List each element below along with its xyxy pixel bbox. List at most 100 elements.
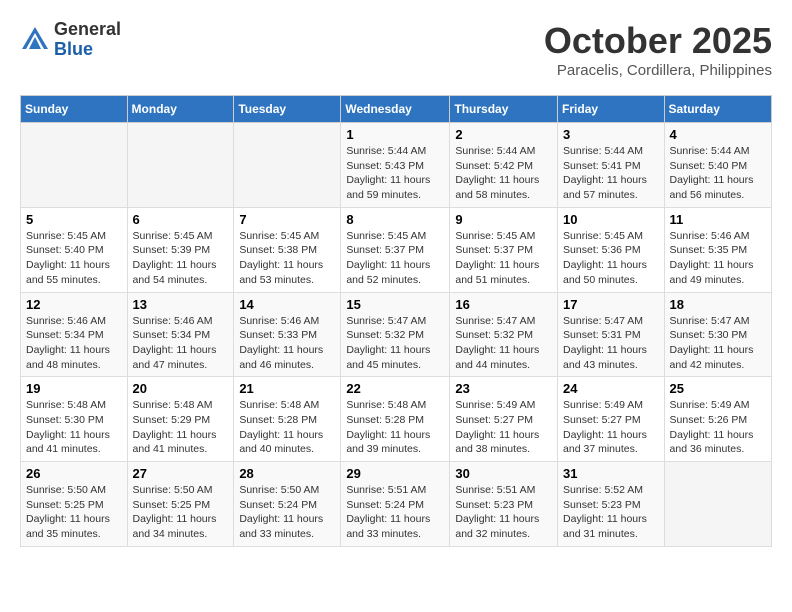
day-number: 20 [133, 381, 229, 396]
calendar-cell: 23Sunrise: 5:49 AM Sunset: 5:27 PM Dayli… [450, 377, 558, 462]
day-number: 8 [346, 212, 444, 227]
day-number: 24 [563, 381, 659, 396]
calendar-cell: 9 Sunrise: 5:45 AM Sunset: 5:37 PM Daylig… [450, 207, 558, 292]
week-row-4: 26 Sunrise: 5:50 AM Sunset: 5:25 PM Dayli… [21, 462, 772, 547]
day-number: 14 [239, 297, 335, 312]
header-cell-friday: Friday [558, 96, 665, 123]
calendar-cell: 1Sunrise: 5:44 AM Sunset: 5:43 PM Daylig… [341, 123, 450, 208]
day-info: Sunrise: 5:44 AM Sunset: 5:41 PM Dayligh… [563, 144, 659, 203]
calendar-cell [664, 462, 771, 547]
day-info: Sunrise: 5:44 AM Sunset: 5:40 PM Dayligh… [670, 144, 766, 203]
header-cell-saturday: Saturday [664, 96, 771, 123]
day-info: Sunrise: 5:48 AM Sunset: 5:30 PM Dayligh… [26, 398, 122, 457]
day-info: Sunrise: 5:48 AM Sunset: 5:28 PM Dayligh… [346, 398, 444, 457]
location: Paracelis, Cordillera, Philippines [544, 62, 772, 79]
day-number: 19 [26, 381, 122, 396]
calendar-cell: 11 Sunrise: 5:46 AM Sunset: 5:35 PM Dayli… [664, 207, 771, 292]
day-number: 16 [455, 297, 552, 312]
day-info: Sunrise: 5:47 AM Sunset: 5:30 PM Dayligh… [670, 314, 766, 373]
day-info: Sunrise: 5:45 AM Sunset: 5:38 PM Dayligh… [239, 229, 335, 288]
day-number: 2 [455, 127, 552, 142]
day-number: 15 [346, 297, 444, 312]
day-number: 17 [563, 297, 659, 312]
day-info: Sunrise: 5:45 AM Sunset: 5:37 PM Dayligh… [455, 229, 552, 288]
calendar-cell: 25Sunrise: 5:49 AM Sunset: 5:26 PM Dayli… [664, 377, 771, 462]
logo-blue-text: Blue [54, 40, 121, 60]
day-info: Sunrise: 5:45 AM Sunset: 5:37 PM Dayligh… [346, 229, 444, 288]
day-number: 9 [455, 212, 552, 227]
day-number: 3 [563, 127, 659, 142]
calendar-cell: 30Sunrise: 5:51 AM Sunset: 5:23 PM Dayli… [450, 462, 558, 547]
day-number: 10 [563, 212, 659, 227]
day-info: Sunrise: 5:44 AM Sunset: 5:42 PM Dayligh… [455, 144, 552, 203]
day-number: 21 [239, 381, 335, 396]
calendar-cell: 12 Sunrise: 5:46 AM Sunset: 5:34 PM Dayli… [21, 292, 128, 377]
header-cell-thursday: Thursday [450, 96, 558, 123]
calendar-cell: 16Sunrise: 5:47 AM Sunset: 5:32 PM Dayli… [450, 292, 558, 377]
calendar-cell: 13 Sunrise: 5:46 AM Sunset: 5:34 PM Dayli… [127, 292, 234, 377]
calendar-cell: 28 Sunrise: 5:50 AM Sunset: 5:24 PM Dayli… [234, 462, 341, 547]
day-number: 11 [670, 212, 766, 227]
day-info: Sunrise: 5:51 AM Sunset: 5:23 PM Dayligh… [455, 483, 552, 542]
day-number: 5 [26, 212, 122, 227]
calendar-cell: 4 Sunrise: 5:44 AM Sunset: 5:40 PM Daylig… [664, 123, 771, 208]
day-number: 27 [133, 466, 229, 481]
calendar-cell: 15 Sunrise: 5:47 AM Sunset: 5:32 PM Dayli… [341, 292, 450, 377]
day-info: Sunrise: 5:48 AM Sunset: 5:29 PM Dayligh… [133, 398, 229, 457]
logo-general-text: General [54, 20, 121, 40]
calendar-cell [127, 123, 234, 208]
calendar-cell: 2 Sunrise: 5:44 AM Sunset: 5:42 PM Daylig… [450, 123, 558, 208]
day-number: 22 [346, 381, 444, 396]
calendar-cell: 10Sunrise: 5:45 AM Sunset: 5:36 PM Dayli… [558, 207, 665, 292]
week-row-3: 19 Sunrise: 5:48 AM Sunset: 5:30 PM Dayli… [21, 377, 772, 462]
day-number: 31 [563, 466, 659, 481]
day-number: 25 [670, 381, 766, 396]
day-info: Sunrise: 5:46 AM Sunset: 5:34 PM Dayligh… [26, 314, 122, 373]
day-number: 29 [346, 466, 444, 481]
header-row: SundayMondayTuesdayWednesdayThursdayFrid… [21, 96, 772, 123]
calendar-cell: 3 Sunrise: 5:44 AM Sunset: 5:41 PM Daylig… [558, 123, 665, 208]
calendar-cell: 7 Sunrise: 5:45 AM Sunset: 5:38 PM Daylig… [234, 207, 341, 292]
header-cell-tuesday: Tuesday [234, 96, 341, 123]
calendar-cell: 8 Sunrise: 5:45 AM Sunset: 5:37 PM Daylig… [341, 207, 450, 292]
day-number: 28 [239, 466, 335, 481]
day-info: Sunrise: 5:50 AM Sunset: 5:24 PM Dayligh… [239, 483, 335, 542]
calendar-cell: 20 Sunrise: 5:48 AM Sunset: 5:29 PM Dayli… [127, 377, 234, 462]
day-number: 13 [133, 297, 229, 312]
logo-icon [20, 25, 50, 55]
week-row-2: 12 Sunrise: 5:46 AM Sunset: 5:34 PM Dayli… [21, 292, 772, 377]
header-cell-sunday: Sunday [21, 96, 128, 123]
day-info: Sunrise: 5:48 AM Sunset: 5:28 PM Dayligh… [239, 398, 335, 457]
day-number: 18 [670, 297, 766, 312]
day-number: 7 [239, 212, 335, 227]
calendar-cell: 18 Sunrise: 5:47 AM Sunset: 5:30 PM Dayli… [664, 292, 771, 377]
day-info: Sunrise: 5:47 AM Sunset: 5:32 PM Dayligh… [346, 314, 444, 373]
day-number: 4 [670, 127, 766, 142]
calendar-cell: 19 Sunrise: 5:48 AM Sunset: 5:30 PM Dayli… [21, 377, 128, 462]
calendar-cell: 27 Sunrise: 5:50 AM Sunset: 5:25 PM Dayli… [127, 462, 234, 547]
day-info: Sunrise: 5:50 AM Sunset: 5:25 PM Dayligh… [26, 483, 122, 542]
calendar-cell [21, 123, 128, 208]
day-info: Sunrise: 5:46 AM Sunset: 5:34 PM Dayligh… [133, 314, 229, 373]
calendar-cell: 29Sunrise: 5:51 AM Sunset: 5:24 PM Dayli… [341, 462, 450, 547]
calendar-cell: 22 Sunrise: 5:48 AM Sunset: 5:28 PM Dayli… [341, 377, 450, 462]
calendar-cell: 24Sunrise: 5:49 AM Sunset: 5:27 PM Dayli… [558, 377, 665, 462]
calendar-cell: 26 Sunrise: 5:50 AM Sunset: 5:25 PM Dayli… [21, 462, 128, 547]
day-info: Sunrise: 5:45 AM Sunset: 5:39 PM Dayligh… [133, 229, 229, 288]
day-info: Sunrise: 5:46 AM Sunset: 5:35 PM Dayligh… [670, 229, 766, 288]
day-number: 26 [26, 466, 122, 481]
day-info: Sunrise: 5:52 AM Sunset: 5:23 PM Dayligh… [563, 483, 659, 542]
calendar-cell [234, 123, 341, 208]
header-cell-monday: Monday [127, 96, 234, 123]
day-info: Sunrise: 5:46 AM Sunset: 5:33 PM Dayligh… [239, 314, 335, 373]
day-info: Sunrise: 5:50 AM Sunset: 5:25 PM Dayligh… [133, 483, 229, 542]
header-cell-wednesday: Wednesday [341, 96, 450, 123]
day-info: Sunrise: 5:49 AM Sunset: 5:27 PM Dayligh… [455, 398, 552, 457]
logo: General Blue [20, 20, 121, 60]
month-title: October 2025 [544, 20, 772, 62]
calendar-cell: 14 Sunrise: 5:46 AM Sunset: 5:33 PM Dayli… [234, 292, 341, 377]
calendar-cell: 6Sunrise: 5:45 AM Sunset: 5:39 PM Daylig… [127, 207, 234, 292]
title-section: October 2025 Paracelis, Cordillera, Phil… [544, 20, 772, 79]
day-number: 12 [26, 297, 122, 312]
day-info: Sunrise: 5:45 AM Sunset: 5:40 PM Dayligh… [26, 229, 122, 288]
